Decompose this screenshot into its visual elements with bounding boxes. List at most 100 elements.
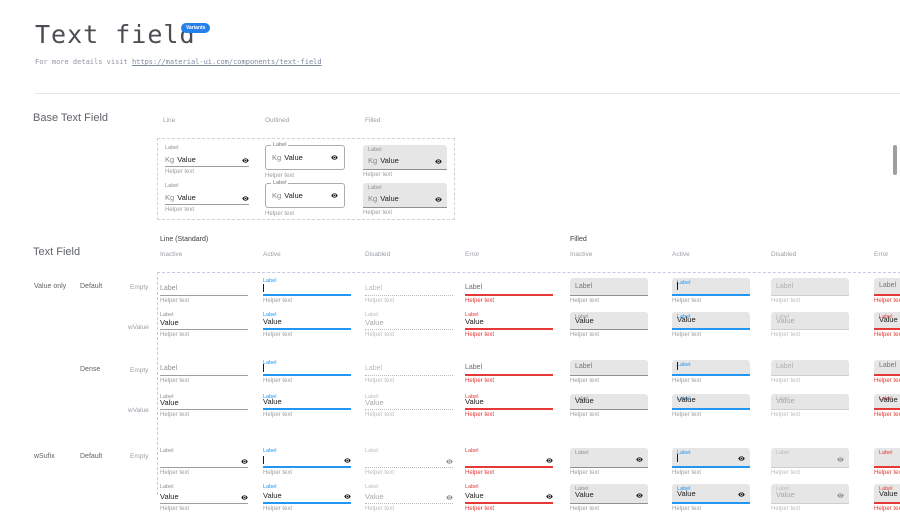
visibility-icon[interactable] <box>837 456 844 463</box>
textfield-filled-inactive-wvalue[interactable]: LabelValueHelper text <box>570 312 648 339</box>
textfield-line-error-wvalue-sufix[interactable]: LabelValueHelper text <box>465 484 553 513</box>
textfield-filled-error-wvalue[interactable]: LabelValueHelper text <box>874 312 900 339</box>
textfield-line-active-empty-dense[interactable]: LabelHelper text <box>263 360 351 385</box>
visibility-icon[interactable] <box>546 493 553 500</box>
textfield-filled-active-wvalue-dense[interactable]: LabelValueHelper text <box>672 394 750 419</box>
textfield-filled-inactive-empty-sufix[interactable]: LabelHelper text <box>570 448 648 477</box>
textfield-line-disabled-wvalue[interactable]: LabelValueHelper text <box>365 312 453 339</box>
textfield-filled-disabled-wvalue-sufix[interactable]: LabelValueHelper text <box>771 484 849 513</box>
textfield-filled-inactive-empty-dense[interactable]: LabelHelper text <box>570 360 648 385</box>
base-filled-field[interactable]: LabelKgValueHelper text <box>363 183 447 217</box>
textfield-filled-active-wvalue-sufix[interactable]: LabelValueHelper text <box>672 484 750 513</box>
textfield-filled-error-wvalue-sufix[interactable]: LabelValueHelper text <box>874 484 900 513</box>
textfield-line-error-empty-dense[interactable]: LabelHelper text <box>465 360 553 385</box>
textfield-line-error-empty-sufix[interactable]: LabelHelper text <box>465 448 553 477</box>
textfield-line-active-empty[interactable]: LabelHelper text <box>263 278 351 305</box>
outlined-box[interactable]: LabelKgValue <box>265 183 345 208</box>
visibility-icon[interactable] <box>344 493 351 500</box>
base-outlined-field[interactable]: LabelKgValueHelper text <box>265 183 345 218</box>
textfield-filled-error-wvalue-dense[interactable]: LabelValueHelper text <box>874 394 900 419</box>
textfield-filled-active-empty[interactable]: LabelHelper text <box>672 278 750 305</box>
textfield-line-inactive-empty-sufix[interactable]: LabelHelper text <box>160 448 248 477</box>
textfield-filled-error-empty-sufix[interactable]: LabelHelper text <box>874 448 900 477</box>
field-label: Label <box>160 448 248 455</box>
textfield-filled-inactive-wvalue-sufix[interactable]: LabelValueHelper text <box>570 484 648 513</box>
textfield-line-active-wvalue-sufix[interactable]: LabelValueHelper text <box>263 484 351 513</box>
textfield-line-inactive-empty[interactable]: LabelHelper text <box>160 278 248 305</box>
field-label: Label <box>879 450 900 457</box>
textfield-line-disabled-empty-sufix[interactable]: LabelHelper text <box>365 448 453 477</box>
state-filled-inactive: Inactive <box>570 251 592 258</box>
helper-text: Helper text <box>465 332 553 339</box>
textfield-line-active-wvalue[interactable]: LabelValueHelper text <box>263 312 351 339</box>
textfield-line-active-wvalue-dense[interactable]: LabelValueHelper text <box>263 394 351 419</box>
textfield-filled-active-empty-dense[interactable]: LabelHelper text <box>672 360 750 385</box>
textfield-filled-disabled-empty-sufix[interactable]: LabelHelper text <box>771 448 849 477</box>
textfield-filled-disabled-empty-dense[interactable]: LabelHelper text <box>771 360 849 385</box>
visibility-icon[interactable] <box>435 196 442 203</box>
field-value: Value <box>776 317 795 325</box>
visibility-icon[interactable] <box>636 492 643 499</box>
textfield-line-active-empty-sufix[interactable]: LabelHelper text <box>263 448 351 477</box>
rowvariant-default-2: Default <box>80 453 102 460</box>
visibility-icon[interactable] <box>446 494 453 501</box>
helper-text: Helper text <box>165 169 249 176</box>
textfield-filled-active-empty-sufix[interactable]: LabelHelper text <box>672 448 750 477</box>
field-label: Label <box>263 448 351 455</box>
visibility-icon[interactable] <box>837 492 844 499</box>
visibility-icon[interactable] <box>435 158 442 165</box>
textfield-filled-error-empty-dense[interactable]: LabelHelper text <box>874 360 900 385</box>
textfield-filled-error-empty[interactable]: LabelHelper text <box>874 278 900 305</box>
textfield-filled-inactive-empty[interactable]: LabelHelper text <box>570 278 648 305</box>
textfield-filled-active-wvalue[interactable]: LabelValueHelper text <box>672 312 750 339</box>
textfield-filled-inactive-wvalue-dense[interactable]: LabelValueHelper text <box>570 394 648 419</box>
variants-badge[interactable]: Variants <box>181 23 210 33</box>
textfield-line-disabled-empty[interactable]: LabelHelper text <box>365 278 453 305</box>
scrollbar-thumb[interactable] <box>893 145 897 175</box>
visibility-icon[interactable] <box>242 157 249 164</box>
textfield-filled-disabled-empty[interactable]: LabelHelper text <box>771 278 849 305</box>
state-filled-error: Error <box>874 251 888 258</box>
visibility-icon[interactable] <box>242 195 249 202</box>
textfield-line-disabled-wvalue-dense[interactable]: LabelValueHelper text <box>365 394 453 419</box>
base-outlined-field[interactable]: LabelKgValueHelper text <box>265 145 345 180</box>
textfield-line-inactive-wvalue[interactable]: LabelValueHelper text <box>160 312 248 339</box>
textfield-line-disabled-wvalue-sufix[interactable]: LabelValueHelper text <box>365 484 453 513</box>
base-line-field[interactable]: LabelKgValueHelper text <box>165 183 249 214</box>
textfield-line-error-empty[interactable]: LabelHelper text <box>465 278 553 305</box>
textfield-line-disabled-empty-dense[interactable]: LabelHelper text <box>365 360 453 385</box>
helper-text: Helper text <box>672 378 750 385</box>
visibility-icon[interactable] <box>344 457 351 464</box>
visibility-icon[interactable] <box>636 456 643 463</box>
field-value: Value <box>465 492 484 500</box>
textfield-filled-disabled-wvalue[interactable]: LabelValueHelper text <box>771 312 849 339</box>
textfield-line-error-wvalue-dense[interactable]: LabelValueHelper text <box>465 394 553 419</box>
base-section-title: Base Text Field <box>33 112 108 124</box>
visibility-icon[interactable] <box>241 494 248 501</box>
rowmode-empty-1: Empty <box>130 284 148 291</box>
field-value: Value <box>575 317 594 325</box>
state-line-error: Error <box>465 251 479 258</box>
base-col-outlined: Outlined <box>265 117 289 124</box>
textfield-filled-disabled-wvalue-dense[interactable]: LabelValueHelper text <box>771 394 849 419</box>
textfield-line-inactive-wvalue-dense[interactable]: LabelValueHelper text <box>160 394 248 419</box>
base-line-field[interactable]: LabelKgValueHelper text <box>165 145 249 176</box>
visibility-icon[interactable] <box>546 457 553 464</box>
textfield-line-inactive-empty-dense[interactable]: LabelHelper text <box>160 360 248 385</box>
visibility-icon[interactable] <box>331 154 338 161</box>
textfield-line-inactive-wvalue-sufix[interactable]: LabelValueHelper text <box>160 484 248 513</box>
visibility-icon[interactable] <box>446 458 453 465</box>
visibility-icon[interactable] <box>738 455 745 462</box>
base-filled-field[interactable]: LabelKgValueHelper text <box>363 145 447 179</box>
helper-text: Helper text <box>365 470 453 477</box>
helper-text: Helper text <box>874 332 900 339</box>
field-value: Value <box>365 493 384 501</box>
docs-link[interactable]: https://material-ui.com/components/text-… <box>132 58 322 66</box>
visibility-icon[interactable] <box>738 491 745 498</box>
helper-text: Helper text <box>263 298 351 305</box>
textfield-line-error-wvalue[interactable]: LabelValueHelper text <box>465 312 553 339</box>
field-label <box>365 278 453 285</box>
outlined-box[interactable]: LabelKgValue <box>265 145 345 170</box>
visibility-icon[interactable] <box>331 192 338 199</box>
visibility-icon[interactable] <box>241 458 248 465</box>
